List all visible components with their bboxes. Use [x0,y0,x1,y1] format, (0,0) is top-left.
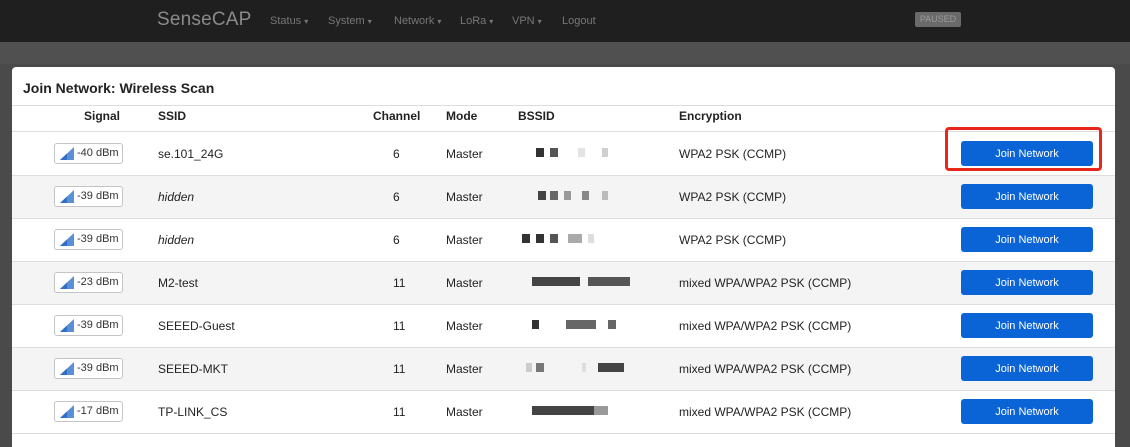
join-network-button[interactable]: Join Network [961,270,1093,295]
page-edge [0,64,12,444]
join-network-button[interactable]: Join Network [961,227,1093,252]
table-row: -39 dBm SEEED-MKT 11 Master mixed WPA/WP… [12,348,1115,390]
signal-badge: -39 dBm [54,358,123,379]
signal-value: -39 dBm [77,362,119,374]
encryption-cell: mixed WPA/WPA2 PSK (CCMP) [679,362,852,376]
table-row: -23 dBm M2-test 11 Master mixed WPA/WPA2… [12,262,1115,304]
channel-cell: 11 [393,276,406,290]
brand-logo[interactable]: SenseCAP [157,9,252,31]
bssid-redacted [518,234,638,245]
channel-cell: 6 [393,233,400,247]
chevron-down-icon: ▾ [489,17,494,26]
ssid-cell: SEEED-MKT [158,362,229,376]
encryption-cell: WPA2 PSK (CCMP) [679,147,787,161]
menu-status[interactable]: Status ▾ [270,15,308,27]
mode-cell: Master [446,362,483,376]
encryption-cell: mixed WPA/WPA2 PSK (CCMP) [679,319,852,333]
bssid-redacted [518,406,638,417]
signal-strength-icon [60,319,74,332]
status-badge[interactable]: PAUSED [915,12,961,27]
chevron-down-icon: ▾ [437,17,442,26]
encryption-cell: WPA2 PSK (CCMP) [679,190,787,204]
ssid-cell: M2-test [158,276,199,290]
mode-cell: Master [446,233,483,247]
channel-cell: 11 [393,362,406,376]
mode-cell: Master [446,147,483,161]
signal-strength-icon [60,147,74,160]
menu-lora[interactable]: LoRa ▾ [460,15,493,27]
mode-cell: Master [446,190,483,204]
signal-strength-icon [60,405,74,418]
signal-strength-icon [60,362,74,375]
bssid-redacted [518,320,638,331]
column-header-bssid: BSSID [518,109,555,123]
menu-vpn[interactable]: VPN ▾ [512,15,542,27]
channel-cell: 11 [393,405,406,419]
signal-badge: -39 dBm [54,229,123,250]
encryption-cell: mixed WPA/WPA2 PSK (CCMP) [679,405,852,419]
signal-badge: -39 dBm [54,315,123,336]
signal-strength-icon [60,276,74,289]
channel-cell: 11 [393,319,406,333]
chevron-down-icon: ▾ [537,17,542,26]
column-header-ssid: SSID [158,109,187,123]
divider [12,433,1115,434]
join-network-button[interactable]: Join Network [961,399,1093,424]
table-row: -39 dBm hidden 6 Master WPA2 PSK (CCMP) … [12,176,1115,218]
bssid-redacted [518,363,638,374]
ssid-cell: se.101_24G [158,147,224,161]
chevron-down-icon: ▾ [304,17,309,26]
mode-cell: Master [446,319,483,333]
top-navbar: SenseCAP Status ▾ System ▾ Network ▾ LoRa ▾ … [0,0,1130,43]
table-row: -39 dBm hidden 6 Master WPA2 PSK (CCMP) … [12,219,1115,261]
table-row: -17 dBm TP-LINK_CS 11 Master mixed WPA/W… [12,391,1115,433]
ssid-cell: TP-LINK_CS [158,405,228,419]
signal-badge: -23 dBm [54,272,123,293]
wireless-scan-panel: Join Network: Wireless Scan Signal SSID … [12,67,1115,447]
column-header-mode: Mode [446,109,478,123]
mode-cell: Master [446,276,483,290]
signal-badge: -39 dBm [54,186,123,207]
chevron-down-icon: ▾ [367,17,372,26]
bssid-redacted [518,277,638,288]
signal-strength-icon [60,233,74,246]
signal-strength-icon [60,190,74,203]
signal-value: -17 dBm [77,405,119,417]
signal-value: -23 dBm [77,276,119,288]
column-header-channel: Channel [373,109,421,123]
menu-system[interactable]: System ▾ [328,15,372,27]
join-network-button[interactable]: Join Network [961,356,1093,381]
signal-badge: -40 dBm [54,143,123,164]
mode-cell: Master [446,405,483,419]
signal-value: -39 dBm [77,233,119,245]
menu-network[interactable]: Network ▾ [394,15,441,27]
column-header-encryption: Encryption [679,109,742,123]
join-network-button[interactable]: Join Network [961,184,1093,209]
column-header-signal: Signal [84,109,121,123]
divider [12,105,1115,106]
signal-value: -39 dBm [77,319,119,331]
signal-value: -39 dBm [77,190,119,202]
encryption-cell: mixed WPA/WPA2 PSK (CCMP) [679,276,852,290]
ssid-cell: SEEED-Guest [158,319,235,333]
channel-cell: 6 [393,147,400,161]
signal-value: -40 dBm [77,147,119,159]
page-title: Join Network: Wireless Scan [23,80,215,96]
bssid-redacted [518,148,638,159]
bssid-redacted [518,191,638,202]
join-network-button[interactable]: Join Network [961,313,1093,338]
channel-cell: 6 [393,190,400,204]
ssid-cell: hidden [158,233,195,247]
menu-logout[interactable]: Logout [562,15,596,27]
sub-bar [0,42,1130,64]
highlight-box [945,127,1102,171]
ssid-cell: hidden [158,190,195,204]
signal-badge: -17 dBm [54,401,123,422]
table-row: -39 dBm SEEED-Guest 11 Master mixed WPA/… [12,305,1115,347]
encryption-cell: WPA2 PSK (CCMP) [679,233,787,247]
